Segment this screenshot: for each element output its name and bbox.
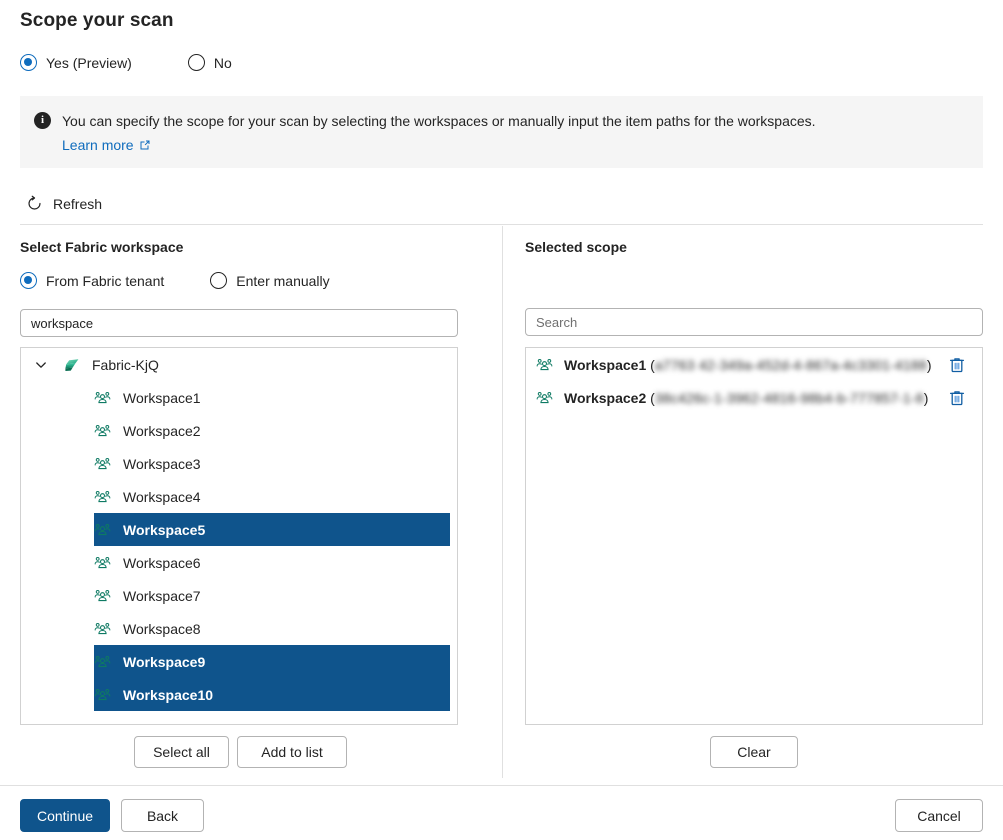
workspace-group-icon (94, 521, 111, 538)
page-title: Scope your scan (20, 10, 174, 32)
radio-option-from-fabric-tenant[interactable]: From Fabric tenant (20, 272, 164, 289)
radio-option-enter-manually[interactable]: Enter manually (210, 272, 329, 289)
radio-label-enter-manually: Enter manually (236, 273, 329, 289)
cancel-button[interactable]: Cancel (895, 799, 983, 832)
add-to-list-button[interactable]: Add to list (237, 736, 347, 768)
left-panel-header: Select Fabric workspace (20, 239, 183, 255)
right-panel-header: Selected scope (525, 239, 627, 255)
learn-more-label: Learn more (62, 137, 134, 153)
radio-option-no[interactable]: No (188, 54, 232, 71)
tree-root-label: Fabric-KjQ (92, 357, 159, 373)
column-divider (502, 226, 503, 778)
tree-item-label: Workspace7 (123, 588, 201, 604)
back-button[interactable]: Back (121, 799, 204, 832)
toolbar-divider (20, 224, 983, 225)
workspace-group-icon (94, 455, 111, 472)
tree-item-label: Workspace5 (123, 522, 205, 538)
tree-item-label: Workspace3 (123, 456, 201, 472)
tree-item-label: Workspace6 (123, 555, 201, 571)
tree-item-label: Workspace2 (123, 423, 201, 439)
scope-open-paren: ( (646, 390, 655, 406)
select-all-button[interactable]: Select all (134, 736, 229, 768)
refresh-label: Refresh (53, 196, 102, 212)
trash-icon[interactable] (948, 356, 966, 374)
scope-enable-radio-group: Yes (Preview) No (20, 54, 232, 71)
scope-guid-masked: a7763 42-349a-452d-4-867a-4c3301-4188 (655, 357, 927, 373)
scope-close-paren: ) (924, 390, 929, 406)
radio-indicator-on (20, 54, 37, 71)
info-banner (20, 96, 983, 168)
learn-more-link[interactable]: Learn more (62, 137, 151, 153)
selected-scope-name: Workspace2 (564, 390, 646, 406)
tree-item-label: Workspace4 (123, 489, 201, 505)
tree-root-fabric-tenant[interactable]: Fabric-KjQ (21, 348, 457, 381)
workspace-tree[interactable]: Fabric-KjQ Workspace1 Workspace2 Workspace… (20, 347, 458, 725)
workspace-filter-input[interactable] (20, 309, 458, 337)
workspace-group-icon (536, 356, 553, 373)
workspace-group-icon (94, 554, 111, 571)
trash-icon[interactable] (948, 389, 966, 407)
tree-item-label: Workspace10 (123, 687, 213, 703)
continue-button[interactable]: Continue (20, 799, 110, 832)
workspace-group-icon (94, 686, 111, 703)
workspace-group-icon (94, 587, 111, 604)
info-icon: i (34, 112, 51, 129)
fabric-logo-icon (63, 356, 81, 374)
radio-label-from-fabric-tenant: From Fabric tenant (46, 273, 164, 289)
refresh-icon (26, 195, 43, 212)
tree-item-workspace[interactable]: Workspace1 (21, 381, 457, 414)
workspace-group-icon (94, 653, 111, 670)
scope-close-paren: ) (927, 357, 932, 373)
tree-item-workspace[interactable]: Workspace10 (21, 678, 457, 711)
external-link-icon (139, 139, 151, 151)
radio-label-no: No (214, 55, 232, 71)
radio-label-yes-preview: Yes (Preview) (46, 55, 132, 71)
workspace-group-icon (94, 422, 111, 439)
workspace-group-icon (94, 389, 111, 406)
tree-item-workspace[interactable]: Workspace4 (21, 480, 457, 513)
tree-item-workspace[interactable]: Workspace6 (21, 546, 457, 579)
radio-indicator-off (210, 272, 227, 289)
tree-item-workspace[interactable]: Workspace2 (21, 414, 457, 447)
workspace-group-icon (94, 620, 111, 637)
refresh-button[interactable]: Refresh (22, 192, 106, 215)
scope-open-paren: ( (646, 357, 655, 373)
clear-button[interactable]: Clear (710, 736, 798, 768)
chevron-down-icon[interactable] (33, 357, 49, 373)
tree-item-workspace[interactable]: Workspace8 (21, 612, 457, 645)
tree-item-workspace[interactable]: Workspace9 (21, 645, 457, 678)
workspace-source-radio-group: From Fabric tenant Enter manually (20, 272, 330, 289)
tree-item-workspace[interactable]: Workspace3 (21, 447, 457, 480)
info-banner-text: You can specify the scope for your scan … (62, 113, 816, 130)
radio-indicator-on (20, 272, 37, 289)
selected-scope-label: Workspace2 (38c426c-1-3962-4816-98b4-b-7… (564, 390, 928, 406)
radio-indicator-off (188, 54, 205, 71)
tree-item-workspace[interactable]: Workspace5 (21, 513, 457, 546)
selected-scope-list: Workspace1 (a7763 42-349a-452d-4-867a-4c… (525, 347, 983, 725)
selected-scope-label: Workspace1 (a7763 42-349a-452d-4-867a-4c… (564, 357, 932, 373)
workspace-group-icon (94, 488, 111, 505)
selected-scope-item: Workspace1 (a7763 42-349a-452d-4-867a-4c… (526, 348, 982, 381)
workspace-group-icon (536, 389, 553, 406)
scope-guid-masked: 38c426c-1-3962-4816-98b4-b-777857-1-8 (655, 390, 924, 406)
scope-your-scan-dialog: Scope your scan Yes (Preview) No i You c… (0, 0, 1003, 840)
selected-scope-item: Workspace2 (38c426c-1-3962-4816-98b4-b-7… (526, 381, 982, 414)
radio-option-yes-preview[interactable]: Yes (Preview) (20, 54, 132, 71)
selected-scope-name: Workspace1 (564, 357, 646, 373)
tree-item-label: Workspace8 (123, 621, 201, 637)
tree-item-workspace[interactable]: Workspace7 (21, 579, 457, 612)
footer-divider (0, 785, 1003, 786)
tree-item-label: Workspace1 (123, 390, 201, 406)
scope-search-input[interactable] (525, 308, 983, 336)
tree-item-label: Workspace9 (123, 654, 205, 670)
